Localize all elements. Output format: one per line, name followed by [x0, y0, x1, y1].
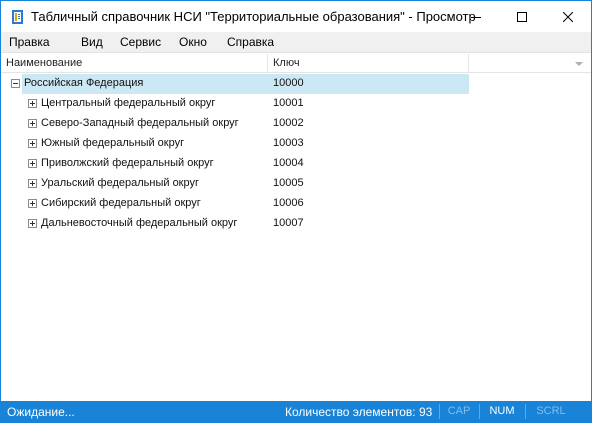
close-icon	[563, 11, 573, 22]
maximize-icon	[517, 11, 527, 22]
tree-node-label: Приволжский федеральный округ	[41, 157, 214, 169]
tree-node-label: Южный федеральный округ	[41, 137, 185, 149]
expand-icon[interactable]	[28, 159, 37, 168]
expand-icon[interactable]	[28, 99, 37, 108]
expand-icon[interactable]	[28, 119, 37, 128]
caps-lock-indicator: CAP	[447, 405, 471, 417]
title-bar[interactable]: Табличный справочник НСИ "Территориальны…	[1, 1, 591, 32]
tree-node-key: 10005	[273, 177, 304, 189]
close-button[interactable]	[545, 1, 591, 32]
maximize-button[interactable]	[499, 1, 545, 32]
tree-node-key: 10007	[273, 217, 304, 229]
tree-node-key: 10000	[273, 77, 304, 89]
expand-icon[interactable]	[28, 139, 37, 148]
expand-icon[interactable]	[28, 219, 37, 228]
column-name-header[interactable]: Наименование	[1, 54, 268, 73]
expand-icon[interactable]	[28, 199, 37, 208]
menu-window[interactable]: Окно	[179, 35, 207, 49]
status-divider	[479, 404, 480, 419]
scroll-lock-indicator: SCRL	[536, 405, 566, 417]
element-count: Количество элементов: 93	[285, 405, 433, 419]
tree-node-key: 10003	[273, 137, 304, 149]
tree-node-label: Центральный федеральный округ	[41, 97, 216, 109]
status-message: Ожидание...	[7, 405, 75, 419]
column-key-header[interactable]: Ключ	[268, 54, 469, 73]
tree-row[interactable]: Северо-Западный федеральный округ 10002	[1, 114, 591, 134]
expand-icon[interactable]	[28, 179, 37, 188]
tree-node-label: Северо-Западный федеральный округ	[41, 117, 239, 129]
column-header: Наименование Ключ	[1, 54, 591, 73]
tree-node-label: Дальневосточный федеральный округ	[41, 217, 238, 229]
num-lock-indicator: NUM	[489, 405, 515, 417]
tree-node-key: 10004	[273, 157, 304, 169]
tree-row[interactable]: Приволжский федеральный округ 10004	[1, 154, 591, 174]
menu-edit[interactable]: Правка	[9, 35, 50, 49]
tree-row[interactable]: Центральный федеральный округ 10001	[1, 94, 591, 114]
status-bar: Ожидание... Количество элементов: 93 CAP…	[1, 401, 591, 422]
menu-view[interactable]: Вид	[81, 35, 103, 49]
tree-node-key: 10006	[273, 197, 304, 209]
tree-node-key: 10001	[273, 97, 304, 109]
tree-row[interactable]: Южный федеральный округ 10003	[1, 134, 591, 154]
menu-service[interactable]: Сервис	[120, 35, 161, 49]
status-divider	[525, 404, 526, 419]
app-window: Табличный справочник НСИ "Территориальны…	[0, 0, 592, 423]
chevron-down-icon[interactable]	[574, 59, 584, 69]
tree-node-label: Сибирский федеральный округ	[41, 197, 201, 209]
tree-node-key: 10002	[273, 117, 304, 129]
tree-view[interactable]: Российская Федерация 10000 Центральный ф…	[1, 74, 591, 400]
menu-bar: Правка Вид Сервис Окно Справка	[1, 32, 591, 53]
tree-row[interactable]: Сибирский федеральный округ 10006	[1, 194, 591, 214]
tree-row[interactable]: Уральский федеральный округ 10005	[1, 174, 591, 194]
tree-row[interactable]: Дальневосточный федеральный округ 10007	[1, 214, 591, 234]
status-divider	[439, 404, 440, 419]
menu-help[interactable]: Справка	[227, 35, 274, 49]
collapse-icon[interactable]	[11, 79, 20, 88]
tree-node-label: Российская Федерация	[24, 77, 144, 89]
minimize-icon	[471, 16, 481, 18]
tree-node-label: Уральский федеральный округ	[41, 177, 200, 189]
column-filler-header	[469, 54, 573, 73]
window-title: Табличный справочник НСИ "Территориальны…	[31, 9, 476, 24]
minimize-button[interactable]	[453, 1, 499, 32]
app-book-icon	[12, 10, 23, 24]
tree-row-root[interactable]: Российская Федерация 10000	[1, 74, 591, 94]
